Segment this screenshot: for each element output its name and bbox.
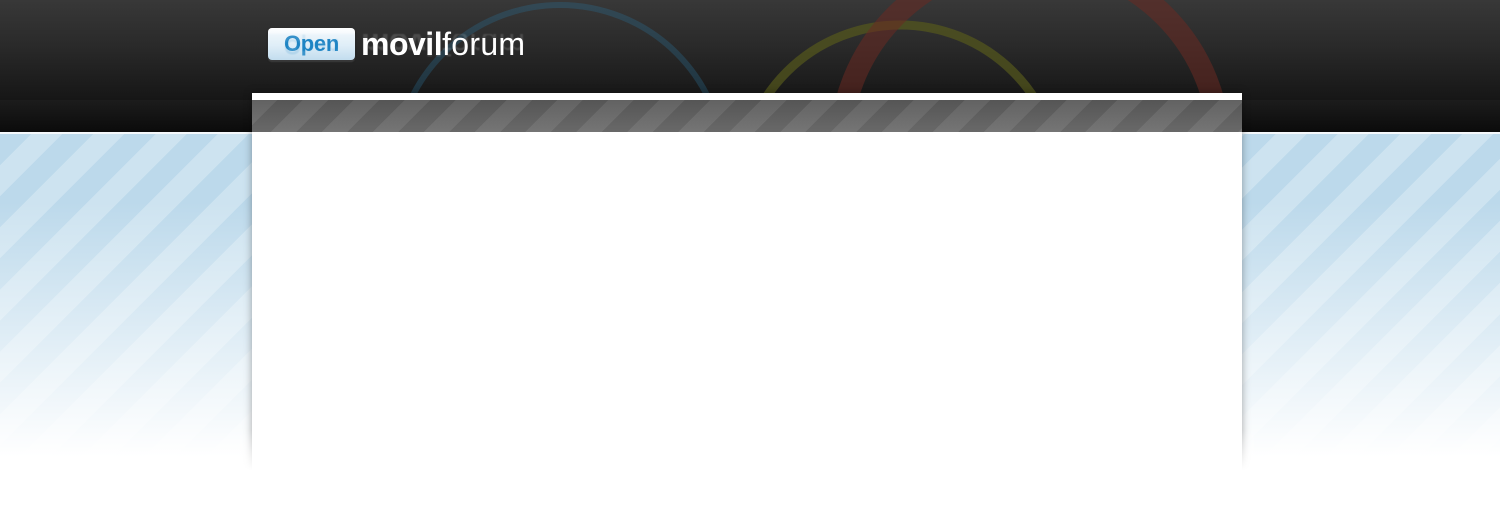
logo-name-bold: movil [361, 26, 443, 62]
logo-name-light: forum [442, 26, 526, 62]
olive-ring [759, 20, 1041, 100]
site-logo[interactable]: Open movil forum [268, 26, 525, 62]
content-panel-menu-bar [252, 100, 1242, 132]
decorative-rings-icon [407, 0, 1225, 100]
page-bottom-fade [240, 430, 1254, 531]
logo-open-badge: Open [268, 28, 355, 60]
site-header [0, 0, 1500, 100]
